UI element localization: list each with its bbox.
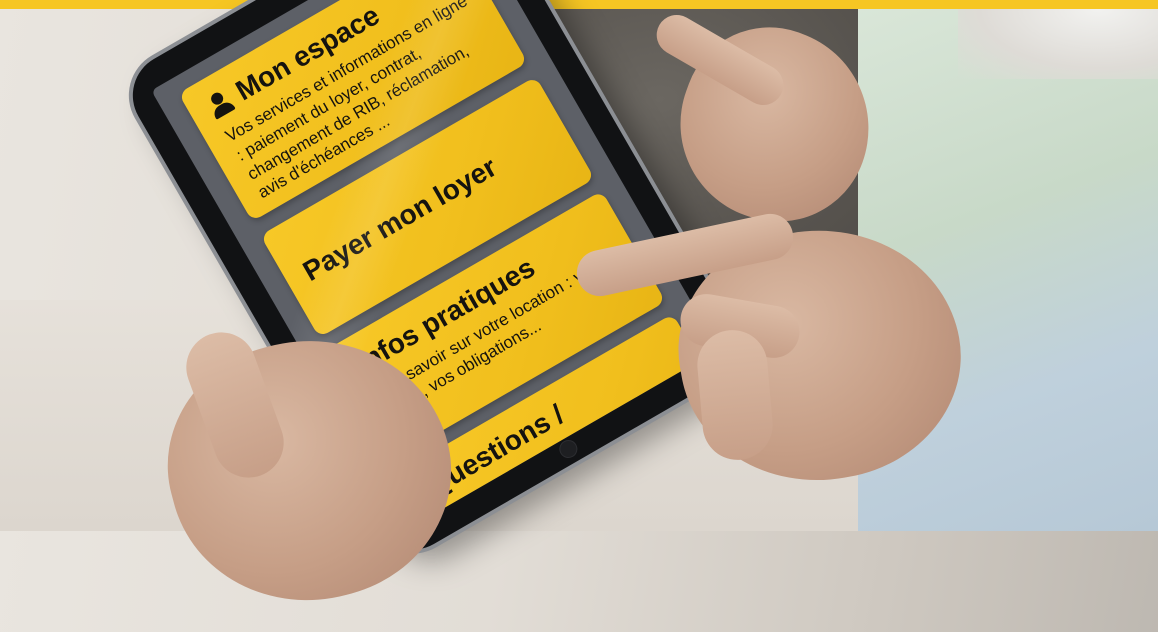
user-icon (205, 88, 236, 120)
